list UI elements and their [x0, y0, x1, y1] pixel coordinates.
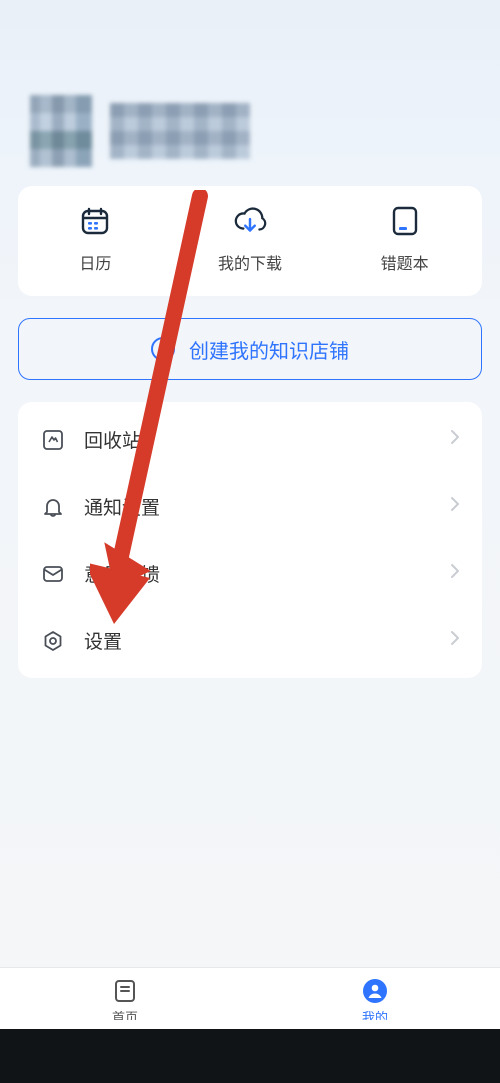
home-icon	[112, 978, 138, 1009]
chevron-right-icon	[450, 496, 460, 517]
nav-mine-label: 我的	[362, 1011, 388, 1020]
username[interactable]	[110, 103, 250, 159]
profile-active-icon	[362, 978, 388, 1009]
bell-icon	[40, 494, 66, 520]
quick-calendar-label: 日历	[79, 250, 111, 274]
menu-notification[interactable]: 通知设置	[18, 473, 482, 540]
nav-home[interactable]: 首页	[112, 978, 138, 1020]
quick-actions-card: 日历 我的下载 错题本	[18, 186, 482, 296]
menu-settings[interactable]: 设置	[18, 607, 482, 674]
quick-downloads[interactable]: 我的下载	[173, 204, 326, 274]
menu-feedback-label: 意见反馈	[84, 560, 432, 587]
quick-calendar[interactable]: 日历	[19, 204, 172, 274]
menu-feedback[interactable]: 意见反馈	[18, 540, 482, 607]
nav-home-label: 首页	[112, 1011, 138, 1020]
mail-icon	[40, 561, 66, 587]
menu-settings-label: 设置	[84, 627, 432, 654]
nav-mine[interactable]: 我的	[362, 978, 388, 1020]
menu-recycle[interactable]: 回收站	[18, 406, 482, 473]
chevron-right-icon	[450, 429, 460, 450]
menu-notification-label: 通知设置	[84, 493, 432, 520]
menu-recycle-label: 回收站	[84, 426, 432, 453]
quick-mistakes-label: 错题本	[381, 250, 429, 274]
bottom-blackbar	[0, 1029, 500, 1083]
chevron-right-icon	[450, 563, 460, 584]
notebook-icon	[388, 204, 422, 238]
menu-list: 回收站 通知设置 意见反馈	[18, 402, 482, 678]
recycle-icon	[40, 427, 66, 453]
ring-icon	[151, 337, 175, 361]
chevron-right-icon	[450, 630, 460, 651]
avatar[interactable]	[30, 95, 92, 167]
quick-downloads-label: 我的下载	[218, 250, 282, 274]
create-store-label: 创建我的知识店铺	[189, 335, 349, 364]
quick-mistakes[interactable]: 错题本	[328, 204, 481, 274]
calendar-icon	[78, 204, 112, 238]
create-store-button[interactable]: 创建我的知识店铺	[18, 318, 482, 380]
gear-icon	[40, 628, 66, 654]
profile-header	[0, 0, 500, 180]
cloud-download-icon	[233, 204, 267, 238]
bottom-nav: 首页 我的	[0, 967, 500, 1029]
